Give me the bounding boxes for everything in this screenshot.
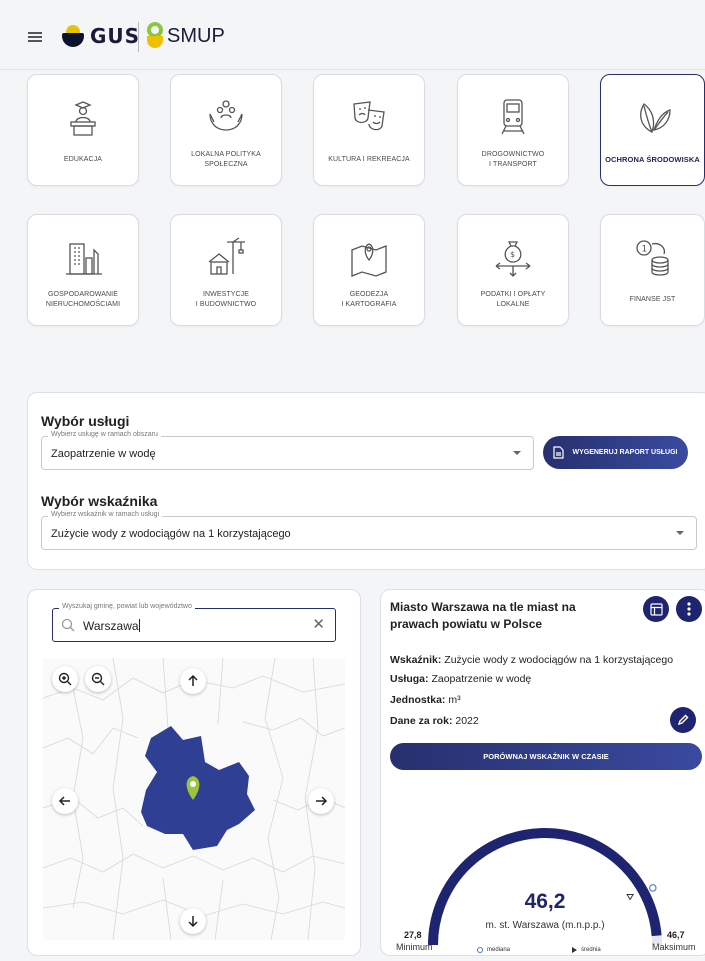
meta-year: Dane za rok: 2022 [390, 715, 479, 727]
svg-text:1: 1 [641, 245, 647, 255]
tile-label: GEODEZJA I KARTOGRAFIA [341, 291, 397, 308]
generate-report-label: WYGENERUJ RAPORT USŁUGI [572, 449, 678, 456]
menu-icon[interactable] [28, 32, 42, 42]
map-pin-icon [351, 243, 387, 277]
tile-label: GOSPODAROWANIE NIERUCHOMOŚCIAMI [45, 291, 121, 308]
zoom-in-button[interactable] [52, 666, 78, 692]
tile-drogownictwo[interactable]: DROGOWNICTWO I TRANSPORT [457, 74, 569, 186]
svg-text:$: $ [510, 250, 515, 259]
gauge-min-value: 27,8 [404, 930, 422, 940]
mean-triangle-icon [572, 947, 577, 953]
logo-divider [138, 22, 139, 52]
zoom-out-icon [91, 672, 105, 686]
buildings-icon [66, 243, 102, 275]
gauge-max-value: 46,7 [667, 930, 685, 940]
search-value: Warszawa [83, 619, 140, 633]
caring-hands-icon [209, 100, 243, 131]
arrow-right-icon [316, 796, 328, 806]
tile-gospodarowanie[interactable]: GOSPODAROWANIE NIERUCHOMOŚCIAMI [27, 214, 139, 326]
median-circle-icon [477, 947, 483, 953]
teacher-podium-icon [70, 101, 96, 136]
tile-label: INWESTYCJE I BUDOWNICTWO [195, 291, 257, 308]
tile-label: EDUKACJA [63, 156, 103, 163]
more-vertical-icon [687, 602, 691, 616]
tile-kultura[interactable]: KULTURA I REKREACJA [313, 74, 425, 186]
indicator-field-label: Wybierz wskaźnik w ramach usługi [48, 511, 163, 518]
service-title: Wybór usługi [41, 413, 130, 429]
meta-indicator: Wskaźnik: Zużycie wody z wodociągów na 1… [390, 654, 674, 666]
search-icon [61, 618, 75, 632]
pan-right-button[interactable] [308, 788, 334, 814]
generate-report-button[interactable]: WYGENERUJ RAPORT USŁUGI [543, 436, 688, 469]
construction-crane-icon [208, 237, 245, 275]
tile-label: OCHRONA ŚRODOWISKA [605, 155, 700, 164]
smup-logo-mark [147, 22, 163, 50]
tile-ochrona-srodowiska[interactable]: OCHRONA ŚRODOWISKA [600, 74, 705, 186]
document-icon [553, 446, 565, 459]
warsaw-boundary [141, 726, 255, 850]
pan-down-button[interactable] [180, 908, 206, 934]
zoom-in-icon [58, 672, 72, 686]
tile-label: DROGOWNICTWO I TRANSPORT [481, 151, 545, 168]
tile-label: KULTURA I REKREACJA [328, 156, 410, 163]
leaves-icon [639, 103, 671, 133]
more-options-button[interactable] [676, 596, 702, 622]
money-bag-icon: $ [495, 241, 531, 277]
gus-logo-mark [62, 25, 84, 47]
gus-logo[interactable]: GUS [62, 24, 140, 48]
indicator-value: Zużycie wody z wodociągów na 1 korzystaj… [51, 528, 291, 540]
pencil-icon [677, 714, 689, 726]
search-field-label: Wyszukaj gminę, powiat lub województwo [59, 603, 195, 610]
gauge-min-caption: Minimum [396, 942, 433, 952]
gauge-subject: m. st. Warszawa (m.n.p.p.) [485, 920, 605, 931]
chevron-down-icon [513, 451, 521, 455]
app-header: GUS SMUP [0, 0, 705, 70]
gauge-chart [428, 828, 662, 946]
table-icon [649, 602, 663, 616]
edit-button[interactable] [670, 707, 696, 733]
chevron-down-icon [676, 531, 684, 535]
service-select[interactable]: Wybierz usługę w ramach obszaru Zaopatrz… [41, 431, 534, 470]
legend-mean: średnia [572, 947, 601, 953]
tile-podatki[interactable]: $ PODATKI I OPŁATY LOKALNE [457, 214, 569, 326]
meta-service: Usługa: Zaopatrzenie w wodę [390, 673, 532, 685]
tile-label: PODATKI I OPŁATY LOKALNE [480, 291, 546, 308]
result-title: Miasto Warszawa na tle miast na prawach … [390, 600, 576, 631]
smup-logo-text: SMUP [167, 24, 225, 47]
tile-edukacja[interactable]: EDUKACJA [27, 74, 139, 186]
compare-in-time-button[interactable]: PORÓWNAJ WSKAŹNIK W CZASIE [390, 743, 702, 770]
map-canvas[interactable] [43, 658, 345, 940]
legend-median: mediana [477, 947, 510, 953]
arrow-left-icon [58, 796, 70, 806]
pan-left-button[interactable] [52, 788, 78, 814]
close-icon[interactable]: ✕ [312, 617, 325, 632]
meta-unit: Jednostka: m³ [390, 694, 461, 706]
tile-label: LOKALNA POLITYKA SPOŁECZNA [191, 151, 261, 168]
tile-inwestycje[interactable]: INWESTYCJE I BUDOWNICTWO [170, 214, 282, 326]
search-input[interactable]: Wyszukaj gminę, powiat lub województwo W… [52, 603, 336, 642]
coins-icon: 1 [635, 240, 669, 276]
tile-finanse-jst[interactable]: 1 FINANSE JST [600, 214, 705, 326]
train-icon [501, 99, 525, 135]
gauge-median-marker [649, 884, 657, 892]
tile-lokalna-polityka[interactable]: LOKALNA POLITYKA SPOŁECZNA [170, 74, 282, 186]
gauge-value: 46,2 [524, 890, 566, 913]
pan-up-button[interactable] [180, 668, 206, 694]
table-view-button[interactable] [643, 596, 669, 622]
smup-logo[interactable]: SMUP [147, 22, 225, 50]
service-value: Zaopatrzenie w wodę [51, 448, 156, 460]
service-field-label: Wybierz usługę w ramach obszaru [48, 431, 161, 438]
arrow-down-icon [188, 916, 198, 928]
tile-geodezja[interactable]: GEODEZJA I KARTOGRAFIA [313, 214, 425, 326]
theater-masks-icon [353, 101, 385, 131]
gauge-max-caption: Maksimum [652, 942, 696, 952]
zoom-out-button[interactable] [85, 666, 111, 692]
indicator-select[interactable]: Wybierz wskaźnik w ramach usługi Zużycie… [41, 511, 697, 550]
compare-in-time-label: PORÓWNAJ WSKAŹNIK W CZASIE [483, 752, 609, 761]
arrow-up-icon [188, 674, 198, 686]
tile-label: FINANSE JST [629, 296, 676, 303]
gauge-mean-marker [626, 893, 635, 901]
gus-logo-text: GUS [90, 24, 141, 48]
indicator-title: Wybór wskaźnika [41, 493, 158, 509]
